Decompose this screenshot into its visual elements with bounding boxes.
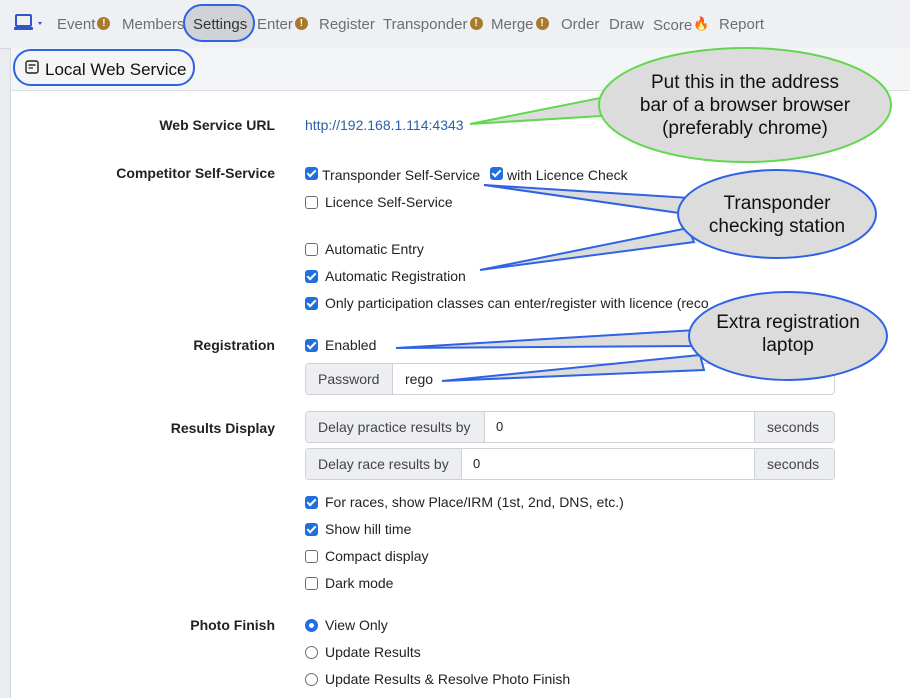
race-delay-input[interactable]: 0 xyxy=(473,449,480,479)
nav-members[interactable]: Members xyxy=(122,16,185,33)
update-resolve-radio[interactable] xyxy=(305,673,318,686)
panel-title: Local Web Service xyxy=(45,60,187,79)
participation-classes-label: Only participation classes can enter/reg… xyxy=(325,295,709,311)
nav-merge-label: Merge xyxy=(491,16,534,33)
password-addon: Password xyxy=(306,364,393,394)
nav-transponder-label: Transponder xyxy=(383,16,468,33)
view-only-radio[interactable] xyxy=(305,619,318,632)
self-service-label: Competitor Self-Service xyxy=(116,165,275,181)
automatic-registration-checkbox[interactable] xyxy=(305,270,318,283)
licence-self-service-label: Licence Self-Service xyxy=(325,194,453,210)
nav-score[interactable]: Score🔥 xyxy=(653,16,709,34)
warning-icon: ! xyxy=(294,17,308,30)
show-hill-time-label: Show hill time xyxy=(325,521,412,537)
licence-check-checkbox[interactable] xyxy=(490,167,503,180)
address-bar-callout-text: Put this in the address bar of a browser… xyxy=(610,71,880,140)
registration-enabled-checkbox[interactable] xyxy=(305,339,318,352)
flame-icon: 🔥 xyxy=(693,16,710,31)
licence-check-label: with Licence Check xyxy=(507,167,628,183)
show-place-checkbox[interactable] xyxy=(305,496,318,509)
web-service-url-label: Web Service URL xyxy=(159,117,275,133)
password-input-group: Password rego xyxy=(305,363,835,395)
transponder-callout-line-2: checking station xyxy=(708,216,846,237)
transponder-self-service-checkbox[interactable] xyxy=(305,167,318,180)
address-bar-callout-line-1: Put this in the address xyxy=(651,72,839,93)
practice-seconds-addon: seconds xyxy=(754,412,834,442)
automatic-entry-checkbox[interactable] xyxy=(305,243,318,256)
show-hill-time-checkbox[interactable] xyxy=(305,523,318,536)
nav-event-label: Event xyxy=(57,16,96,33)
registration-label: Registration xyxy=(193,337,275,353)
practice-delay-input[interactable]: 0 xyxy=(496,412,503,442)
top-nav: Event! Members Settings Enter! Register … xyxy=(0,0,910,49)
update-results-label: Update Results xyxy=(325,644,421,660)
transponder-callout-line-1: Transponder xyxy=(723,193,831,214)
registration-enabled-label: Enabled xyxy=(325,337,377,353)
automatic-entry-label: Automatic Entry xyxy=(325,241,424,257)
warning-icon: ! xyxy=(469,17,483,30)
address-bar-callout-line-2: bar of a browser browser xyxy=(639,95,851,116)
race-delay-group: Delay race results by 0 seconds xyxy=(305,448,835,480)
update-resolve-label: Update Results & Resolve Photo Finish xyxy=(325,671,571,687)
transponder-self-service-label: Transponder Self-Service xyxy=(322,167,481,183)
nav-draw[interactable]: Draw xyxy=(609,16,644,33)
extra-laptop-callout-line-1: Extra registration xyxy=(716,312,860,333)
race-delay-addon: Delay race results by xyxy=(306,449,462,479)
nav-merge[interactable]: Merge! xyxy=(491,16,549,33)
results-display-label: Results Display xyxy=(170,420,275,436)
nav-order[interactable]: Order xyxy=(561,16,599,33)
practice-delay-addon: Delay practice results by xyxy=(306,412,485,442)
view-only-label: View Only xyxy=(325,617,388,633)
password-input[interactable]: rego xyxy=(405,364,433,394)
automatic-registration-label: Automatic Registration xyxy=(325,268,466,284)
photo-finish-label: Photo Finish xyxy=(190,617,275,633)
dark-mode-checkbox[interactable] xyxy=(305,577,318,590)
participation-classes-checkbox[interactable] xyxy=(305,297,318,310)
nav-enter[interactable]: Enter! xyxy=(257,16,308,33)
show-place-label: For races, show Place/IRM (1st, 2nd, DNS… xyxy=(325,494,624,510)
window-icon xyxy=(25,60,39,79)
warning-icon: ! xyxy=(97,17,111,30)
nav-report[interactable]: Report xyxy=(719,16,764,33)
laptop-menu-icon[interactable] xyxy=(14,14,46,39)
race-seconds-addon: seconds xyxy=(754,449,834,479)
nav-register[interactable]: Register xyxy=(319,16,375,33)
compact-display-checkbox[interactable] xyxy=(305,550,318,563)
update-results-radio[interactable] xyxy=(305,646,318,659)
nav-event[interactable]: Event! xyxy=(57,16,111,33)
address-bar-callout-line-3: (preferably chrome) xyxy=(662,118,828,139)
extra-laptop-callout-text: Extra registration laptop xyxy=(698,311,878,357)
nav-settings[interactable]: Settings xyxy=(193,16,247,33)
compact-display-label: Compact display xyxy=(325,548,429,564)
dark-mode-label: Dark mode xyxy=(325,575,394,591)
transponder-callout-text: Transponder checking station xyxy=(687,192,867,238)
warning-icon: ! xyxy=(535,17,549,30)
extra-laptop-callout-line-2: laptop xyxy=(762,335,814,356)
nav-transponder[interactable]: Transponder! xyxy=(383,16,483,33)
nav-enter-label: Enter xyxy=(257,16,293,33)
practice-delay-group: Delay practice results by 0 seconds xyxy=(305,411,835,443)
web-service-url-link[interactable]: http://192.168.1.114:4343 xyxy=(305,117,464,133)
nav-score-label: Score xyxy=(653,17,693,34)
licence-self-service-checkbox[interactable] xyxy=(305,196,318,209)
